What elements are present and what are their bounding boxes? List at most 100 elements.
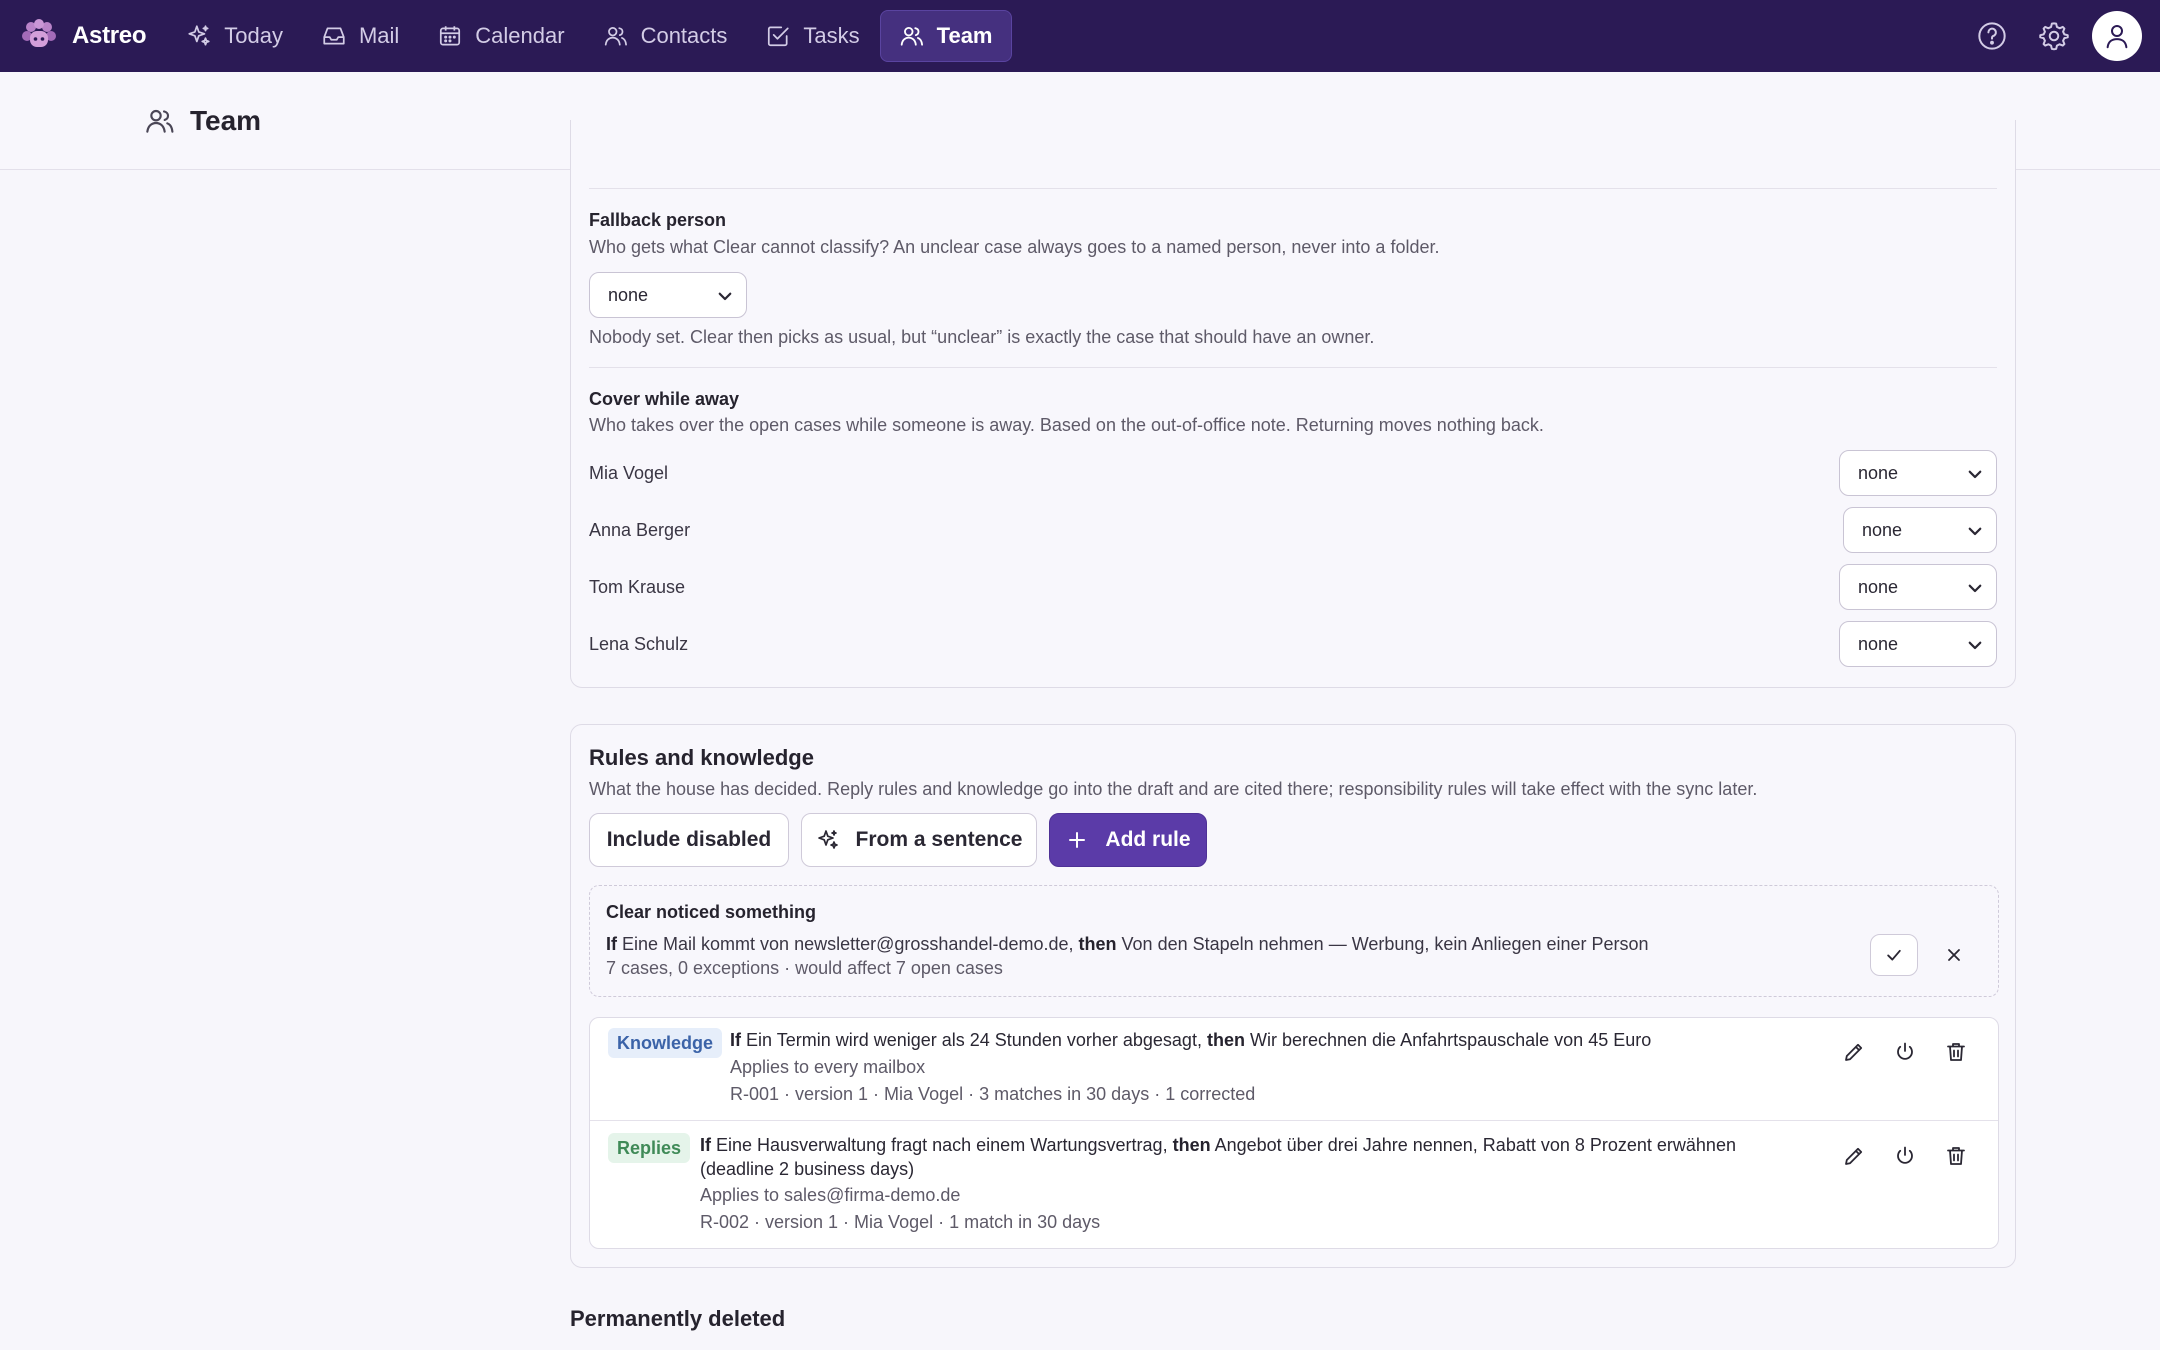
cover-select-anna-berger[interactable]: none [1843, 507, 1997, 553]
cover-person-name: Anna Berger [589, 520, 691, 540]
fallback-note: Nobody set. Clear then picks as usual, b… [589, 327, 1375, 347]
rule-row: Knowledge If Ein Termin wird weniger als… [590, 1018, 1998, 1120]
checkbox-icon [768, 26, 790, 47]
chevron-down-icon [1968, 470, 1982, 479]
cover-select-value: none [1858, 462, 1899, 483]
include-disabled-button[interactable]: Include disabled [589, 813, 789, 867]
rule-scope: Applies to sales@firma-demo.de [700, 1185, 961, 1205]
cover-select-value: none [1862, 519, 1903, 540]
rule-tag-replies: Replies [608, 1133, 691, 1163]
close-icon [1948, 949, 1960, 961]
nav-tasks[interactable]: Tasks [747, 10, 877, 62]
from-sentence-label: From a sentence [855, 828, 1023, 851]
gear-icon [2039, 22, 2069, 51]
rule-action: Wir berechnen die Anfahrtspauschale von … [1249, 1030, 1652, 1050]
rule-text: If Eine Hausverwaltung fragt nach einem … [700, 1133, 1800, 1181]
rule-actions [1819, 1036, 1972, 1068]
astreo-logo-icon [22, 19, 56, 47]
team-icon [146, 109, 174, 133]
edit-rule-button[interactable] [1838, 1036, 1870, 1068]
cover-select-mia-vogel[interactable]: none [1839, 450, 1997, 496]
main-nav: Today Mail Calendar Contacts Tasks Team [168, 10, 1013, 62]
power-icon [1897, 1042, 1913, 1060]
user-avatar-button[interactable] [2092, 11, 2142, 61]
cover-select-tom-krause[interactable]: none [1839, 564, 1997, 610]
cover-person-name: Lena Schulz [589, 634, 689, 654]
brand[interactable]: Astreo [20, 17, 147, 55]
suggestion-condition: Eine Mail kommt von newsletter@grosshand… [622, 934, 1074, 954]
cover-person-name: Mia Vogel [589, 463, 669, 483]
check-icon [1887, 949, 1901, 961]
rule-row: Replies If Eine Hausverwaltung fragt nac… [590, 1120, 1998, 1248]
plus-icon [1069, 832, 1086, 848]
rule-suggestion: Clear noticed something If Eine Mail kom… [589, 885, 1999, 997]
nav-team[interactable]: Team [879, 10, 1012, 62]
fallback-person-select[interactable]: none [589, 272, 747, 318]
disable-rule-button[interactable] [1889, 1140, 1921, 1172]
assignment-settings-card: Fallback person Who gets what Clear cann… [570, 120, 2016, 688]
rule-condition: Ein Termin wird weniger als 24 Stunden v… [746, 1030, 1202, 1050]
chevron-down-icon [1968, 584, 1982, 593]
help-icon [1978, 22, 2006, 50]
disable-rule-button[interactable] [1889, 1036, 1921, 1068]
brand-name: Astreo [72, 22, 147, 49]
nav-calendar[interactable]: Calendar [419, 10, 582, 62]
nav-calendar-label: Calendar [475, 23, 565, 48]
rule-tag-knowledge: Knowledge [608, 1028, 723, 1058]
delete-rule-button[interactable] [1940, 1036, 1972, 1068]
sparkle-icon [188, 25, 210, 46]
cover-select-lena-schulz[interactable]: none [1839, 621, 1997, 667]
top-navigation-bar: Astreo Today Mail Calendar Contacts Task… [0, 0, 2160, 72]
nav-contacts[interactable]: Contacts [585, 10, 746, 62]
user-icon [2106, 25, 2128, 49]
sparkle-icon [817, 830, 838, 849]
page-title: Team [190, 104, 262, 136]
cover-select-value: none [1858, 576, 1899, 597]
edit-rule-button[interactable] [1838, 1140, 1870, 1172]
rule-scope: Applies to every mailbox [730, 1057, 926, 1077]
if-keyword: If [606, 934, 617, 954]
divider [589, 367, 1997, 368]
accept-suggestion-button[interactable] [1870, 934, 1918, 976]
cover-select-value: none [1858, 633, 1899, 654]
nav-mail[interactable]: Mail [303, 10, 417, 62]
calendar-icon [440, 26, 461, 46]
rule-meta: R-002 · version 1 · Mia Vogel · 1 match … [700, 1212, 1101, 1232]
nav-tasks-label: Tasks [803, 23, 860, 48]
settings-button[interactable] [2028, 10, 2080, 62]
pencil-icon [1845, 1147, 1863, 1165]
rule-list: Knowledge If Ein Termin wird weniger als… [589, 1017, 1999, 1249]
divider [589, 188, 1997, 189]
if-keyword: If [700, 1135, 711, 1155]
help-button[interactable] [1966, 10, 2018, 62]
team-icon [900, 26, 923, 46]
if-keyword: If [730, 1030, 741, 1050]
trash-icon [1947, 1147, 1965, 1165]
cover-label: Cover while away [589, 389, 740, 409]
nav-mail-label: Mail [358, 23, 400, 48]
then-keyword: then [1172, 1135, 1211, 1155]
delete-rule-button[interactable] [1940, 1140, 1972, 1172]
top-right-actions [1956, 10, 2142, 62]
chevron-down-icon [1968, 527, 1982, 536]
suggestion-action: Von den Stapeln nehmen — Werbung, kein A… [1121, 934, 1649, 954]
from-sentence-button[interactable]: From a sentence [801, 813, 1037, 867]
chevron-down-icon [718, 292, 732, 301]
power-icon [1897, 1146, 1913, 1164]
rule-meta: R-001 · version 1 · Mia Vogel · 3 matche… [730, 1084, 1256, 1104]
suggestion-meta: 7 cases, 0 exceptions · would affect 7 o… [606, 958, 1003, 978]
cover-description: Who takes over the open cases while some… [589, 415, 1544, 435]
add-rule-label: Add rule [1105, 828, 1191, 851]
rule-actions [1819, 1140, 1972, 1172]
nav-team-label: Team [936, 23, 993, 48]
add-rule-button[interactable]: Add rule [1049, 813, 1207, 867]
cover-person-name: Tom Krause [589, 577, 686, 597]
nav-today[interactable]: Today [168, 10, 301, 62]
then-keyword: then [1206, 1030, 1245, 1050]
then-keyword: then [1078, 934, 1117, 954]
trash-icon [1947, 1043, 1965, 1061]
dismiss-suggestion-button[interactable] [1936, 936, 1972, 974]
include-disabled-label: Include disabled [606, 828, 772, 851]
nav-today-label: Today [224, 23, 283, 48]
rules-description: What the house has decided. Reply rules … [589, 779, 1758, 799]
